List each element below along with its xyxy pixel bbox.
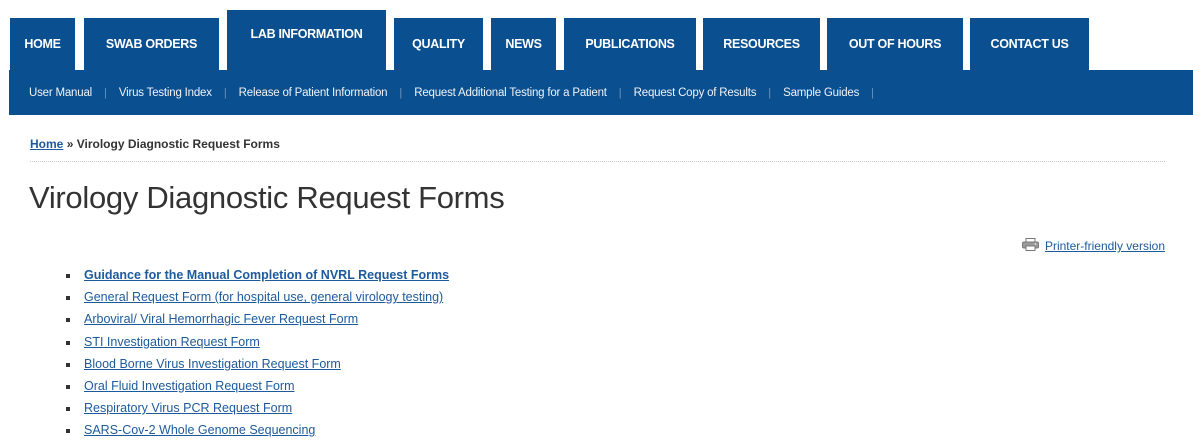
breadcrumb-home-link[interactable]: Home: [30, 137, 63, 151]
list-item: Arboviral/ Viral Hemorrhagic Fever Reque…: [66, 308, 449, 330]
breadcrumb-separator: »: [66, 137, 74, 151]
tab-swab-orders[interactable]: SWAB ORDERS: [84, 18, 219, 70]
form-link-guidance[interactable]: Guidance for the Manual Completion of NV…: [84, 268, 449, 282]
form-link-general-request[interactable]: General Request Form (for hospital use, …: [84, 290, 443, 304]
list-item: SARS-Cov-2 Whole Genome Sequencing: [66, 419, 449, 441]
form-link-sti[interactable]: STI Investigation Request Form: [84, 335, 260, 349]
subnav-item-request-copy-of-results[interactable]: Request Copy of Results: [634, 87, 757, 99]
page-title: Virology Diagnostic Request Forms: [29, 180, 505, 215]
printer-icon[interactable]: [1021, 238, 1039, 254]
list-item: STI Investigation Request Form: [66, 331, 449, 353]
form-link-oral-fluid[interactable]: Oral Fluid Investigation Request Form: [84, 379, 295, 393]
main-navigation: HOME SWAB ORDERS LAB INFORMATION QUALITY…: [0, 0, 1193, 70]
subnav-separator: |: [223, 86, 227, 99]
list-item: Blood Borne Virus Investigation Request …: [66, 353, 449, 375]
breadcrumb-divider: [30, 161, 1165, 162]
request-forms-list: Guidance for the Manual Completion of NV…: [66, 264, 449, 442]
subnav-item-user-manual[interactable]: User Manual: [29, 87, 92, 99]
tab-contact-us[interactable]: CONTACT US: [970, 18, 1089, 70]
subnav-separator: |: [399, 86, 403, 99]
printer-friendly-link-container: Printer-friendly version: [1021, 238, 1165, 254]
form-link-blood-borne-virus[interactable]: Blood Borne Virus Investigation Request …: [84, 357, 341, 371]
tab-news[interactable]: NEWS: [491, 18, 556, 70]
subnav-item-sample-guides[interactable]: Sample Guides: [783, 87, 859, 99]
subnav-separator: |: [104, 86, 107, 99]
form-link-sars-cov-2[interactable]: SARS-Cov-2 Whole Genome Sequencing: [84, 423, 315, 437]
subnav-item-virus-testing-index[interactable]: Virus Testing Index: [119, 87, 212, 99]
list-item: General Request Form (for hospital use, …: [66, 286, 449, 308]
breadcrumb: Home » Virology Diagnostic Request Forms: [30, 137, 280, 151]
form-link-arboviral[interactable]: Arboviral/ Viral Hemorrhagic Fever Reque…: [84, 312, 358, 326]
list-item: Oral Fluid Investigation Request Form: [66, 375, 449, 397]
tab-home[interactable]: HOME: [10, 18, 75, 70]
tab-lab-information[interactable]: LAB INFORMATION: [227, 10, 386, 70]
list-item: Guidance for the Manual Completion of NV…: [66, 264, 449, 286]
tab-out-of-hours[interactable]: OUT OF HOURS: [827, 18, 963, 70]
list-item: Respiratory Virus PCR Request Form: [66, 397, 449, 419]
printer-friendly-link[interactable]: Printer-friendly version: [1045, 239, 1165, 253]
tab-resources[interactable]: RESOURCES: [703, 18, 820, 70]
subnav-separator: |: [618, 86, 622, 99]
tab-quality[interactable]: QUALITY: [394, 18, 483, 70]
sub-navigation: User Manual | Virus Testing Index | Rele…: [9, 70, 1193, 115]
tab-publications[interactable]: PUBLICATIONS: [564, 18, 696, 70]
subnav-separator: |: [768, 86, 772, 99]
subnav-separator: |: [871, 86, 874, 99]
breadcrumb-current: Virology Diagnostic Request Forms: [76, 137, 280, 151]
subnav-item-request-additional-testing[interactable]: Request Additional Testing for a Patient: [414, 87, 607, 99]
subnav-item-release-of-patient-information[interactable]: Release of Patient Information: [239, 87, 388, 99]
form-link-respiratory-virus[interactable]: Respiratory Virus PCR Request Form: [84, 401, 292, 415]
